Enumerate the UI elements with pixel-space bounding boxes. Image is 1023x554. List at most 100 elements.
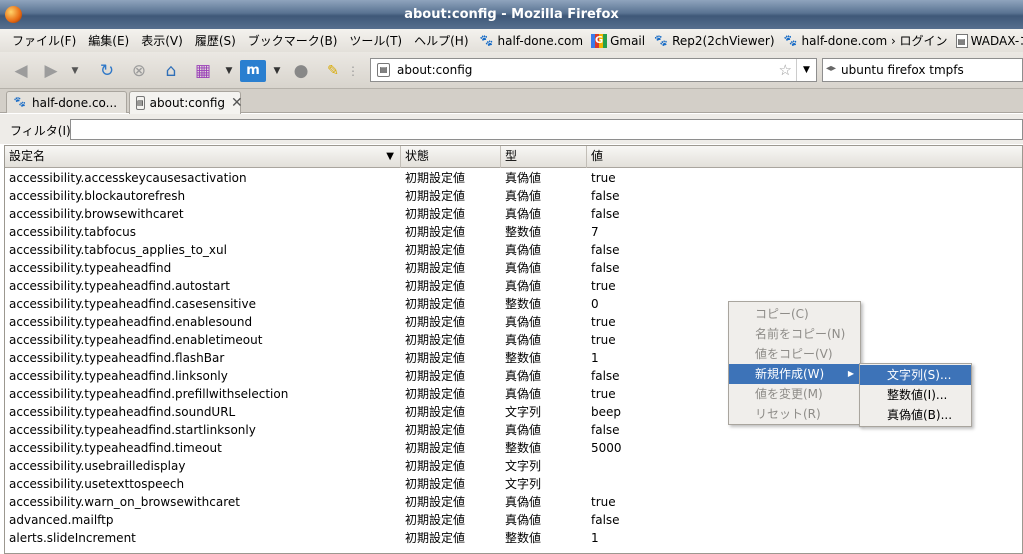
search-bar[interactable]: ◂▸ xyxy=(822,58,1023,82)
filter-input[interactable] xyxy=(70,119,1023,140)
table-row[interactable]: accessibility.typeaheadfind 初期設定値 真偽値 false xyxy=(5,259,1022,277)
table-row[interactable]: accessibility.blockautorefresh 初期設定値 真偽値 fa… xyxy=(5,187,1022,205)
table-row[interactable]: alerts.slideIncrement 初期設定値 整数値 1 xyxy=(5,529,1022,547)
url-dropdown-icon[interactable]: ▼ xyxy=(796,59,816,81)
pref-status: 初期設定値 xyxy=(405,513,466,527)
pref-type: 文字列 xyxy=(505,459,542,473)
submenu-arrow-icon: ▶ xyxy=(847,369,854,378)
bookmark-star-icon[interactable]: ☆ xyxy=(779,61,792,79)
table-row[interactable]: accessibility.typeaheadfind.autostart 初期設… xyxy=(5,277,1022,295)
menu-history[interactable]: 履歴(S) xyxy=(189,32,242,49)
history-dropdown-icon[interactable]: ▼ xyxy=(64,60,86,82)
menu-item-label: 新規作成(W) xyxy=(755,367,825,381)
menu-item-copy-name[interactable]: 名前をコピー(N) xyxy=(729,324,860,344)
menu-item-new[interactable]: 新規作成(W) ▶ xyxy=(729,364,860,384)
menu-bookmarks[interactable]: ブックマーク(B) xyxy=(242,32,344,49)
window-title-bar: about:config - Mozilla Firefox xyxy=(0,0,1023,29)
grid-apps-icon[interactable]: ▦ xyxy=(192,60,214,82)
menu-item-reset[interactable]: リセット(R) xyxy=(729,404,860,424)
stop-icon[interactable]: ⊗ xyxy=(128,60,150,82)
pref-value: false xyxy=(591,243,620,257)
bookmark-half-done-login[interactable]: 🐾 half-done.com › ログイン xyxy=(779,32,952,49)
menu-edit[interactable]: 編集(E) xyxy=(82,32,135,49)
context-menu: コピー(C) 名前をコピー(N) 値をコピー(V) 新規作成(W) ▶ 値を変更… xyxy=(728,301,861,425)
column-header-name[interactable]: 設定名 ▼ xyxy=(5,146,401,168)
pref-value: 1 xyxy=(591,531,599,545)
home-icon[interactable]: ⌂ xyxy=(160,60,182,82)
extension-dropdown-icon[interactable]: ▼ xyxy=(266,60,288,82)
pref-type: 真偽値 xyxy=(505,369,542,383)
menu-item-copy-value[interactable]: 値をコピー(V) xyxy=(729,344,860,364)
menu-item-modify[interactable]: 値を変更(M) xyxy=(729,384,860,404)
reload-icon[interactable]: ↻ xyxy=(96,60,118,82)
apps-dropdown-icon[interactable]: ▼ xyxy=(218,60,240,82)
back-arrow-icon[interactable]: ◀ xyxy=(10,60,32,82)
window-title: about:config - Mozilla Firefox xyxy=(404,7,619,22)
forward-arrow-icon[interactable]: ▶ xyxy=(40,60,62,82)
pref-type: 整数値 xyxy=(505,531,542,545)
menu-file[interactable]: ファイル(F) xyxy=(6,32,82,49)
table-row[interactable]: accessibility.accesskeycausesactivation 初… xyxy=(5,169,1022,187)
menu-item-new-integer[interactable]: 整数値(I)... xyxy=(860,385,971,405)
url-input[interactable] xyxy=(397,61,777,79)
table-row[interactable]: advanced.mailftp 初期設定値 真偽値 false xyxy=(5,511,1022,529)
pref-name: accessibility.typeaheadfind xyxy=(9,261,172,275)
pencil-icon[interactable]: ✎ xyxy=(322,60,344,82)
table-row[interactable]: accessibility.typeaheadfind.casesensitiv… xyxy=(5,295,1022,313)
table-row[interactable]: accessibility.warn_on_browsewithcaret 初期設… xyxy=(5,493,1022,511)
menu-view[interactable]: 表示(V) xyxy=(135,32,189,49)
close-tab-icon[interactable]: ✕ xyxy=(231,95,243,111)
search-input[interactable] xyxy=(841,61,1021,79)
bookmark-gmail[interactable]: G Gmail xyxy=(587,33,649,48)
menu-item-new-string[interactable]: 文字列(S)... xyxy=(860,365,971,385)
status-circle-icon[interactable]: ● xyxy=(290,60,312,82)
bookmark-label: WADAX-コントロール xyxy=(970,34,1023,48)
preferences-tree[interactable]: 設定名 ▼ 状態 型 値 accessibility.accesskeycaus… xyxy=(4,145,1023,554)
table-row[interactable]: accessibility.tabfocus_applies_to_xul 初期設… xyxy=(5,241,1022,259)
bookmark-rep2[interactable]: 🐾 Rep2(2chViewer) xyxy=(649,34,778,48)
address-bar[interactable]: ▤ ☆ ▼ xyxy=(370,58,817,82)
pref-status: 初期設定値 xyxy=(405,441,466,455)
column-header-value[interactable]: 値 xyxy=(587,146,1022,168)
pref-type: 真偽値 xyxy=(505,207,542,221)
search-engine-icon[interactable]: ◂▸ xyxy=(826,63,838,74)
table-row[interactable]: accessibility.usebrailledisplay 初期設定値 文字列 xyxy=(5,457,1022,475)
menu-tools[interactable]: ツール(T) xyxy=(343,32,408,49)
column-header-type[interactable]: 型 xyxy=(501,146,587,168)
table-row[interactable]: accessibility.typeaheadfind.enabletimeou… xyxy=(5,331,1022,349)
table-row[interactable]: accessibility.browsewithcaret 初期設定値 真偽値 fal… xyxy=(5,205,1022,223)
pref-name: accessibility.typeaheadfind.enabletimeou… xyxy=(9,333,263,347)
pref-type: 文字列 xyxy=(505,477,542,491)
bookmark-half-done[interactable]: 🐾 half-done.com xyxy=(475,34,588,48)
pref-status: 初期設定値 xyxy=(405,207,466,221)
pref-name: accessibility.usebrailledisplay xyxy=(9,459,186,473)
gmail-icon: G xyxy=(591,33,608,48)
column-header-label: 設定名 xyxy=(9,149,46,163)
extension-m-icon[interactable]: m xyxy=(240,60,266,82)
pref-value: false xyxy=(591,189,620,203)
tab-strip: 🐾 half-done.co... ▤ about:config ✕ xyxy=(0,89,1023,114)
tab-half-done[interactable]: 🐾 half-done.co... xyxy=(6,91,127,113)
table-row[interactable]: accessibility.usetexttospeech 初期設定値 文字列 xyxy=(5,475,1022,493)
pref-name: accessibility.typeaheadfind.prefillwiths… xyxy=(9,387,289,401)
filter-bar: フィルタ(I): xyxy=(0,114,1023,144)
pref-status: 初期設定値 xyxy=(405,243,466,257)
tree-header: 設定名 ▼ 状態 型 値 xyxy=(5,146,1022,168)
pref-value: false xyxy=(591,207,620,221)
filter-label: フィルタ(I): xyxy=(10,124,75,138)
tab-about-config[interactable]: ▤ about:config ✕ xyxy=(129,91,243,114)
pref-type: 真偽値 xyxy=(505,387,542,401)
menu-item-copy[interactable]: コピー(C) xyxy=(729,304,860,324)
table-row[interactable]: accessibility.typeaheadfind.timeout 初期設定値… xyxy=(5,439,1022,457)
pref-status: 初期設定値 xyxy=(405,171,466,185)
table-row[interactable]: accessibility.tabfocus 初期設定値 整数値 7 xyxy=(5,223,1022,241)
pref-status: 初期設定値 xyxy=(405,279,466,293)
pref-status: 初期設定値 xyxy=(405,387,466,401)
column-header-status[interactable]: 状態 xyxy=(401,146,501,168)
menu-item-new-boolean[interactable]: 真偽値(B)... xyxy=(860,405,971,425)
table-row[interactable]: accessibility.typeaheadfind.enablesound 初… xyxy=(5,313,1022,331)
menu-help[interactable]: ヘルプ(H) xyxy=(408,32,474,49)
bookmark-wadax[interactable]: ▤WADAX-コントロール xyxy=(952,32,1023,49)
pref-status: 初期設定値 xyxy=(405,189,466,203)
pref-status: 初期設定値 xyxy=(405,477,466,491)
